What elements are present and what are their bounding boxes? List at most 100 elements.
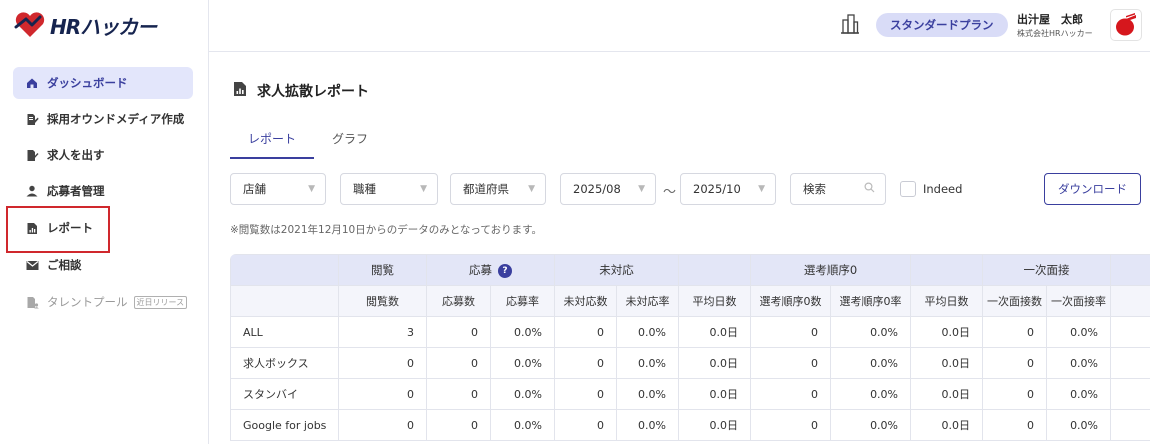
report-table: 閲覧 応募? 未対応 選考順序0 一次面接 閲覧数 応募数 応募率 未対応数 未…: [230, 254, 1150, 441]
table-cell: 0.0%: [490, 347, 555, 379]
table-cell: 0: [982, 347, 1048, 379]
group-header-first-interview: 一次面接: [982, 254, 1112, 286]
sidebar-item-talent-pool[interactable]: タレントプール 近日リリース: [13, 286, 193, 318]
filter-bar: 店舗 ▼ 職種 ▼ 都道府県 ▼ 2025/08 ▼ ～ 2025/10 ▼ 検…: [230, 173, 1150, 205]
sidebar-item-label: 応募者管理: [47, 184, 105, 198]
job-type-select[interactable]: 職種 ▼: [340, 173, 438, 205]
group-header-applications: 応募?: [426, 254, 555, 286]
document-edit-icon: [25, 112, 39, 126]
sidebar-item-owned-media[interactable]: 採用オウンドメディア作成: [13, 103, 193, 135]
row-label-cell: Google for jobs: [230, 409, 339, 441]
table-cell: 0: [750, 316, 831, 348]
table-cell: 0.0日: [678, 378, 751, 410]
person-icon: [25, 184, 39, 198]
sidebar-item-label: 採用オウンドメディア作成: [47, 112, 185, 126]
table-cell: 0.0日: [678, 316, 751, 348]
column-header: 平均日数: [910, 285, 984, 317]
table-cell: 0: [982, 409, 1048, 441]
user-company: 株式会社HRハッカー: [1017, 29, 1093, 38]
user-name[interactable]: 出汁屋 太郎: [1017, 11, 1083, 27]
tab-bar: レポート グラフ: [230, 122, 386, 160]
table-cell: 0.0%: [829, 316, 912, 348]
table-cell: 0.0日: [910, 409, 984, 441]
date-to-select[interactable]: 2025/10 ▼: [680, 173, 776, 205]
date-to-value: 2025/10: [693, 182, 741, 196]
date-range-separator: ～: [663, 185, 677, 200]
row-label-cell: スタンバイ: [230, 378, 339, 410]
column-header: 未対応数: [554, 285, 617, 317]
column-header: 選考順序0数: [750, 285, 831, 317]
table-cell: 0.0%: [490, 409, 555, 441]
group-header: [910, 254, 984, 286]
table-subheader-row: 閲覧数 応募数 応募率 未対応数 未対応率 平均日数 選考順序0数 選考順序0率…: [230, 285, 1150, 317]
table-cell: 0: [554, 316, 617, 348]
chevron-down-icon: ▼: [638, 184, 645, 194]
report-icon: [233, 81, 247, 101]
document-user-icon: [25, 295, 39, 309]
indeed-checkbox[interactable]: [900, 181, 916, 197]
column-header: 応募率: [490, 285, 555, 317]
sidebar-item-post-job[interactable]: 求人を出す: [13, 139, 193, 171]
table-cell: [1110, 316, 1150, 348]
building-icon[interactable]: [840, 12, 860, 38]
top-header: スタンダードプラン 出汁屋 太郎 株式会社HRハッカー: [209, 0, 1150, 52]
job-type-select-value: 職種: [353, 182, 376, 196]
chevron-down-icon: ▼: [758, 184, 765, 194]
store-select-value: 店舗: [243, 182, 266, 196]
table-cell: 0.0日: [910, 347, 984, 379]
table-cell: 0: [426, 347, 491, 379]
table-group-header-row: 閲覧 応募? 未対応 選考順序0 一次面接: [230, 254, 1150, 286]
sidebar-item-label: 求人を出す: [47, 148, 105, 162]
table-cell: 0: [554, 409, 617, 441]
sidebar-item-applicants[interactable]: 応募者管理: [13, 175, 193, 207]
app-root: HRハッカー ダッシュボード 採用オウンドメディア作成 求人を出す 応募者管理: [0, 0, 1150, 444]
document-pen-icon: [25, 148, 39, 162]
table-cell: [1110, 409, 1150, 441]
table-cell: 0: [982, 378, 1048, 410]
column-header: 平均日数: [678, 285, 751, 317]
column-header: 一次面接率: [1046, 285, 1112, 317]
sidebar-item-label: タレントプール: [47, 295, 128, 309]
tab-report[interactable]: レポート: [230, 122, 314, 159]
avatar[interactable]: [1110, 9, 1142, 41]
table-cell: 0: [750, 347, 831, 379]
report-table-container[interactable]: 閲覧 応募? 未対応 選考順序0 一次面接 閲覧数 応募数 応募率 未対応数 未…: [230, 254, 1150, 444]
prefecture-select-value: 都道府県: [463, 182, 509, 196]
table-cell: 0.0%: [490, 316, 555, 348]
store-select[interactable]: 店舗 ▼: [230, 173, 326, 205]
column-header: [230, 285, 339, 317]
table-cell: 0.0%: [829, 347, 912, 379]
download-button[interactable]: ダウンロード: [1044, 173, 1141, 205]
tab-graph[interactable]: グラフ: [314, 122, 386, 160]
table-cell: 0: [426, 378, 491, 410]
table-cell: [1110, 347, 1150, 379]
plan-badge: スタンダードプラン: [876, 13, 1008, 37]
table-cell: 0.0日: [910, 378, 984, 410]
chevron-down-icon: ▼: [308, 184, 315, 194]
mail-icon: [25, 258, 39, 272]
table-cell: 0.0日: [678, 347, 751, 379]
table-cell: 0.0日: [910, 316, 984, 348]
table-cell: 0.0%: [490, 378, 555, 410]
data-availability-note: ※閲覧数は2021年12月10日からのデータのみとなっております。: [230, 224, 543, 236]
column-header: 応募数: [426, 285, 491, 317]
group-header: [230, 254, 339, 286]
indeed-checkbox-label: Indeed: [923, 182, 963, 196]
table-cell: 0.0%: [616, 347, 679, 379]
brand-logo[interactable]: HRハッカー: [14, 10, 157, 40]
prefecture-select[interactable]: 都道府県 ▼: [450, 173, 546, 205]
table-cell: 0: [554, 378, 617, 410]
table-cell: [1110, 378, 1150, 410]
sidebar-item-dashboard[interactable]: ダッシュボード: [13, 67, 193, 99]
column-header: [1110, 285, 1150, 317]
column-header: 選考順序0率: [829, 285, 912, 317]
chevron-down-icon: ▼: [528, 184, 535, 194]
date-from-select[interactable]: 2025/08 ▼: [560, 173, 656, 205]
table-cell: 0.0%: [1046, 378, 1112, 410]
search-input[interactable]: 検索: [790, 173, 886, 205]
sidebar-item-consult[interactable]: ご相談: [13, 249, 193, 281]
help-icon[interactable]: ?: [498, 263, 512, 278]
group-header-label: 応募: [469, 263, 492, 277]
group-header: [1110, 254, 1150, 286]
table-cell: 0: [426, 316, 491, 348]
